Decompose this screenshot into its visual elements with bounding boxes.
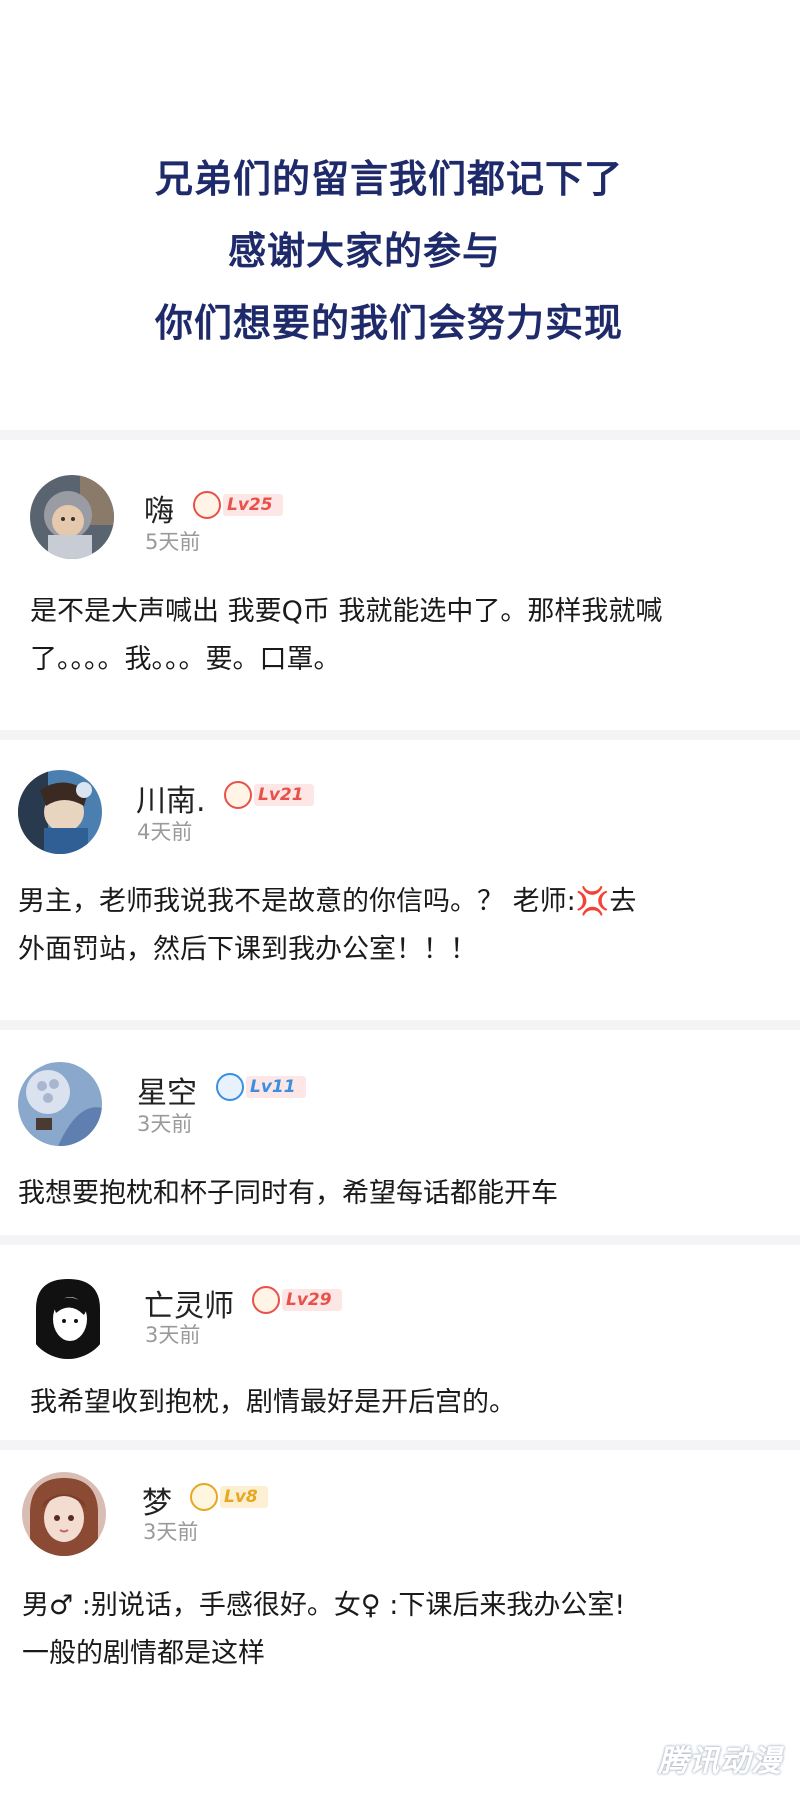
avatar[interactable] — [30, 475, 114, 559]
comment-card: 嗨 Lv25 5天前 是不是大声喊出 我要Q币 我就能选中了。那样我就喊 了。。… — [0, 440, 800, 730]
comment-text-line: 是不是大声喊出 我要Q币 我就能选中了。那样我就喊 — [30, 596, 663, 627]
avatar[interactable] — [18, 1062, 102, 1146]
level-label: Lv8 — [220, 1486, 268, 1508]
comment-text-segment: 男主，老师我说我不是故意的你信吗。？ 老师: — [18, 886, 576, 917]
post-time: 3天前 — [137, 1112, 193, 1136]
level-label: Lv29 — [282, 1289, 342, 1311]
level-label: Lv25 — [223, 494, 283, 516]
comment-text: 男♂ :别说话，手感很好。女♀ :下课后来我办公室! 一般的剧情都是这样 — [22, 1582, 625, 1678]
anger-emoji-icon: 💢 — [575, 886, 610, 917]
announcement-header: 兄弟们的留言我们都记下了 感谢大家的参与 你们想要的我们会努力实现 — [0, 0, 800, 420]
divider — [0, 730, 800, 740]
divider — [0, 1020, 800, 1030]
comment-text: 我希望收到抱枕，剧情最好是开后宫的。 — [30, 1379, 516, 1427]
comment-text: 男主，老师我说我不是故意的你信吗。？ 老师:💢去 外面罚站，然后下课到我办公室！… — [18, 878, 636, 974]
level-badge: Lv8 — [190, 1483, 268, 1511]
comment-text: 是不是大声喊出 我要Q币 我就能选中了。那样我就喊 了。。。。我。。。要。口罩。 — [30, 588, 662, 684]
header-line-3: 你们想要的我们会努力实现 — [155, 301, 624, 345]
level-badge: Lv29 — [252, 1286, 342, 1314]
comment-text-line: 我想要抱枕和杯子同时有，希望每话都能开车 — [18, 1178, 558, 1209]
username[interactable]: 星空 — [137, 1068, 197, 1112]
comment-text-line: 了。。。。我。。。要。口罩。 — [30, 644, 341, 675]
avatar[interactable] — [26, 1275, 110, 1359]
comment-text-line: 一般的剧情都是这样 — [22, 1638, 265, 1669]
comment-card: 星空 Lv11 3天前 我想要抱枕和杯子同时有，希望每话都能开车 — [0, 1030, 800, 1235]
level-badge: Lv25 — [193, 491, 283, 519]
comment-text-line: 男主，老师我说我不是故意的你信吗。？ 老师:💢去 — [18, 878, 636, 926]
post-time: 5天前 — [145, 530, 201, 554]
avatar[interactable] — [18, 770, 102, 854]
comment-text-line: 我希望收到抱枕，剧情最好是开后宫的。 — [30, 1387, 516, 1418]
comment-text-segment: 去 — [609, 886, 637, 917]
level-badge: Lv21 — [224, 781, 314, 809]
comment-card: 川南. Lv21 4天前 男主，老师我说我不是故意的你信吗。？ 老师:💢去 外面… — [0, 740, 800, 1020]
level-face-icon — [252, 1286, 280, 1314]
username[interactable]: 嗨 — [144, 486, 174, 530]
level-label: Lv11 — [246, 1076, 306, 1098]
post-time: 3天前 — [145, 1323, 201, 1347]
level-face-icon — [190, 1483, 218, 1511]
watermark-logo: 腾讯动漫 — [658, 1744, 782, 1779]
comment-card: 亡灵师 Lv29 3天前 我希望收到抱枕，剧情最好是开后宫的。 — [0, 1245, 800, 1440]
level-badge: Lv11 — [216, 1073, 306, 1101]
username[interactable]: 川南. — [136, 776, 206, 820]
post-time: 4天前 — [137, 820, 193, 844]
header-line-1: 兄弟们的留言我们都记下了 — [155, 157, 624, 201]
comment-text-line: 男♂ :别说话，手感很好。女♀ :下课后来我办公室! — [22, 1590, 626, 1621]
comment-text: 我想要抱枕和杯子同时有，希望每话都能开车 — [18, 1170, 558, 1218]
divider — [0, 430, 800, 440]
level-label: Lv21 — [254, 784, 314, 806]
level-face-icon — [216, 1073, 244, 1101]
avatar[interactable] — [22, 1472, 106, 1556]
post-time: 3天前 — [143, 1520, 199, 1544]
divider — [0, 1235, 800, 1245]
header-line-2: 感谢大家的参与 — [228, 229, 502, 273]
level-face-icon — [193, 491, 221, 519]
level-face-icon — [224, 781, 252, 809]
divider — [0, 1440, 800, 1450]
comment-text-line: 外面罚站，然后下课到我办公室！！！ — [18, 934, 477, 965]
